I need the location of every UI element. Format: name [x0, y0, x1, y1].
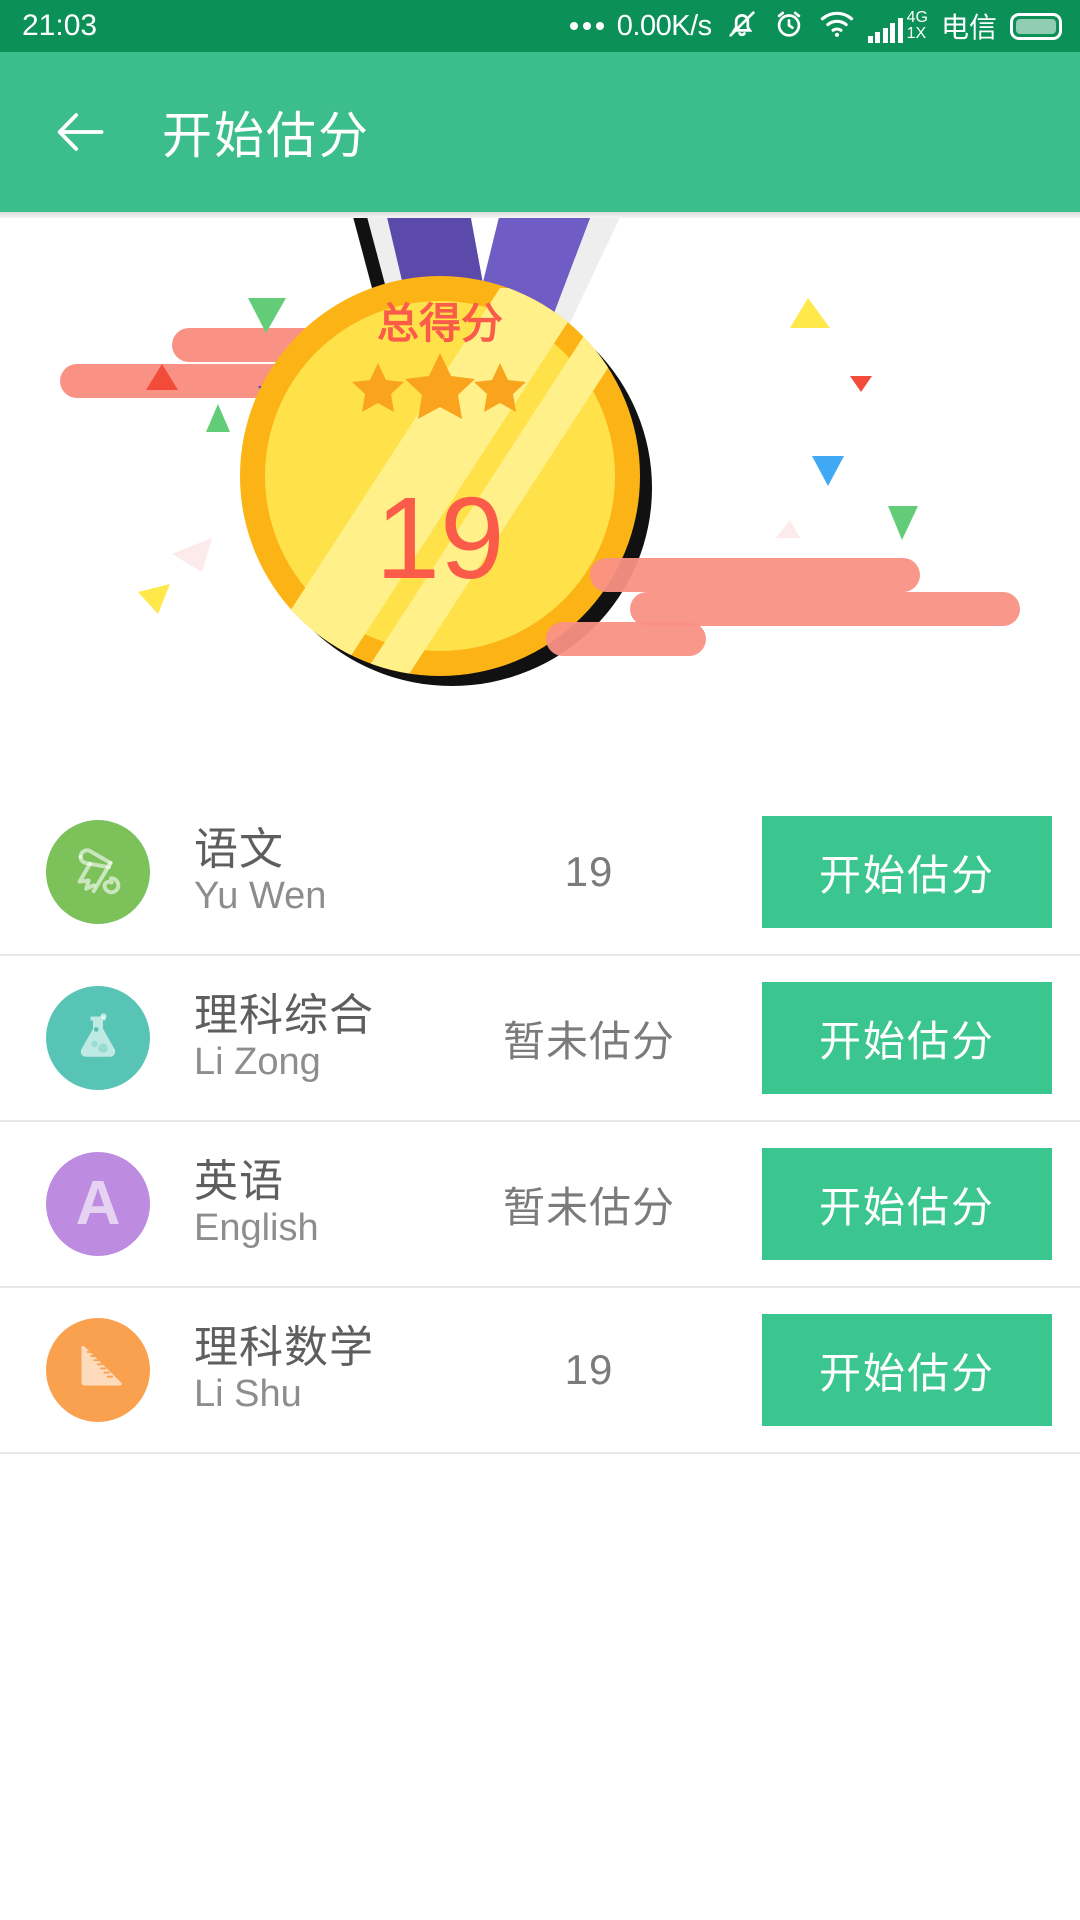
subject-name-en: Li Shu	[194, 1373, 302, 1416]
wifi-icon	[819, 9, 855, 44]
table-row[interactable]: 理科数学 Li Shu 19 开始估分	[0, 1288, 1080, 1454]
subject-list: 语文 Yu Wen 19 开始估分 理科综合 Li Zong 暂未估分 开始估分…	[0, 790, 1080, 1454]
green-triangle-down-right	[888, 506, 918, 540]
subject-name-cn: 英语	[194, 1156, 284, 1206]
network-generation-label: 4G	[906, 8, 928, 26]
medal-hero-illustration: 总得分 19	[0, 218, 1080, 788]
more-dots-icon	[569, 22, 604, 30]
start-scoring-button[interactable]: 开始估分	[762, 982, 1052, 1094]
network-sub-label: 1X	[906, 24, 927, 42]
letter-a-icon: A	[46, 1152, 150, 1256]
table-row[interactable]: 语文 Yu Wen 19 开始估分	[0, 790, 1080, 956]
subject-score: 19	[564, 1346, 614, 1393]
confetti-salmon-bars-right-group	[546, 558, 1020, 656]
signal-bars-icon: 4G 1X	[867, 8, 928, 43]
alarm-clock-icon	[772, 7, 806, 46]
subject-name-en: English	[194, 1207, 319, 1250]
start-scoring-button[interactable]: 开始估分	[762, 1148, 1052, 1260]
subject-score: 19	[564, 848, 614, 895]
subject-score: 暂未估分	[502, 1017, 675, 1065]
subject-names: 理科数学 Li Shu	[194, 1324, 464, 1417]
subject-names: 理科综合 Li Zong	[194, 992, 464, 1085]
start-scoring-button[interactable]: 开始估分	[762, 816, 1052, 928]
subject-names: 语文 Yu Wen	[194, 826, 464, 919]
letter-a-glyph: A	[75, 1169, 121, 1238]
carrier-label: 电信	[940, 12, 997, 43]
mute-bell-icon	[725, 7, 759, 46]
subject-name-cn: 理科综合	[194, 990, 374, 1040]
blue-triangle-down	[812, 456, 844, 486]
back-arrow-icon[interactable]	[52, 103, 110, 161]
yellow-triangle-right	[790, 298, 830, 328]
status-time: 21:03	[22, 9, 98, 42]
flask-icon	[46, 986, 150, 1090]
start-scoring-button[interactable]: 开始估分	[762, 1314, 1052, 1426]
pink-triangle-up-right	[776, 520, 800, 538]
subject-name-cn: 理科数学	[194, 1322, 374, 1372]
app-bar: 开始估分	[0, 52, 1080, 212]
red-triangle-small	[850, 376, 872, 392]
ruler-triangle-icon	[46, 1318, 150, 1422]
subject-name-en: Yu Wen	[194, 875, 327, 918]
scroll-icon	[46, 820, 150, 924]
subject-name-en: Li Zong	[194, 1041, 321, 1084]
subject-names: 英语 English	[194, 1158, 464, 1251]
subject-score: 暂未估分	[502, 1183, 675, 1231]
battery-icon	[1010, 12, 1062, 40]
status-bar: 21:03 0.00K/s 4G 1X 电信	[0, 0, 1080, 52]
table-row[interactable]: 理科综合 Li Zong 暂未估分 开始估分	[0, 956, 1080, 1122]
page-title: 开始估分	[162, 108, 370, 164]
table-row[interactable]: A 英语 English 暂未估分 开始估分	[0, 1122, 1080, 1288]
subject-name-cn: 语文	[194, 824, 284, 874]
status-icons-group: 0.00K/s 4G 1X 电信	[569, 6, 1062, 46]
network-speed-label: 0.00K/s	[616, 9, 712, 42]
